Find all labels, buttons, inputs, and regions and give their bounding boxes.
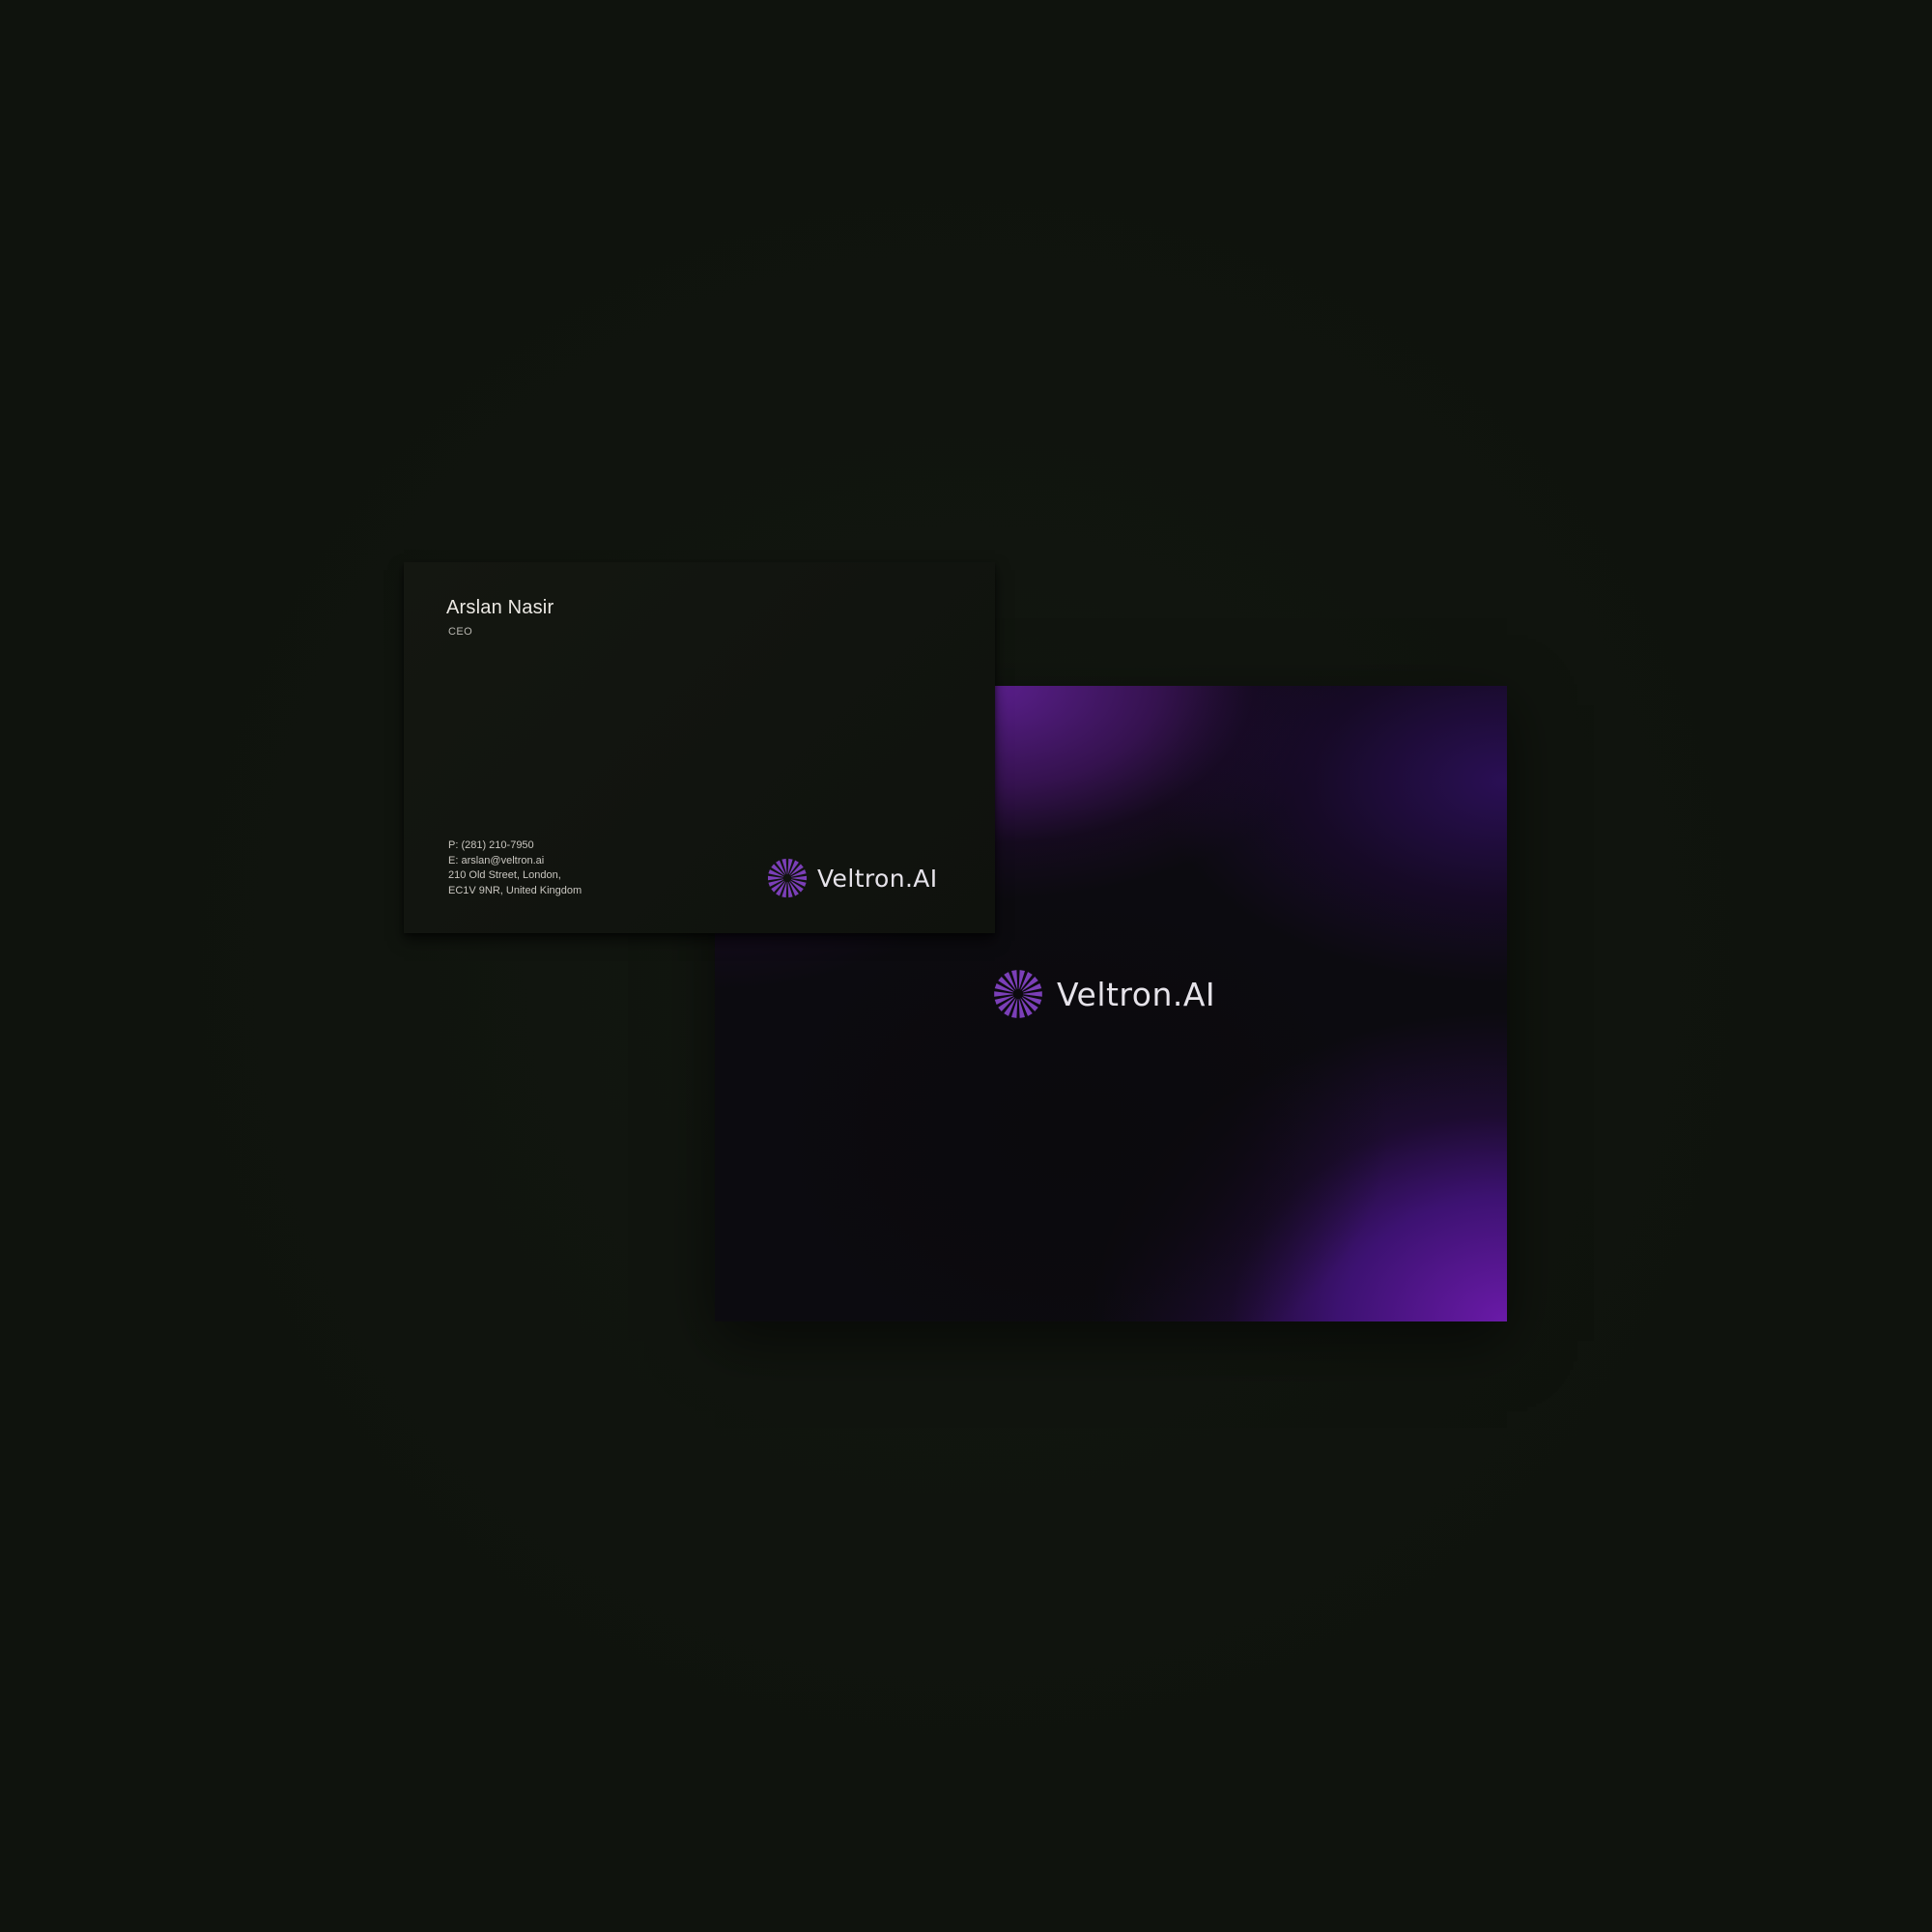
sunburst-ray (781, 882, 787, 898)
sunburst-ray (1018, 970, 1026, 989)
brand-wordmark: Veltron.AI (817, 864, 938, 893)
sunburst-ray (994, 991, 1013, 997)
radial-sunburst-icon (767, 858, 808, 898)
person-role: CEO (448, 626, 473, 638)
brand-logo-small: Veltron.AI (767, 858, 938, 898)
contact-address-line-1: 210 Old Street, London, (448, 869, 561, 881)
contact-phone: P: (281) 210-7950 (448, 839, 534, 851)
sunburst-ray (1010, 970, 1018, 989)
background-surface: Veltron.AI Arslan Nasir CEO P: (281) 210… (0, 0, 1932, 1932)
business-card-front: Arslan Nasir CEO P: (281) 210-7950 E: ar… (404, 562, 995, 933)
person-name: Arslan Nasir (446, 597, 554, 618)
contact-email: E: arslan@veltron.ai (448, 854, 545, 867)
sunburst-ray (1018, 999, 1026, 1018)
sunburst-ray (767, 875, 783, 881)
sunburst-ray (1010, 999, 1018, 1018)
brand-logo-large: Veltron.AI (993, 969, 1215, 1019)
sunburst-ray (791, 875, 808, 881)
contact-address-line-2: EC1V 9NR, United Kingdom (448, 884, 582, 896)
sunburst-ray (787, 882, 793, 898)
radial-sunburst-icon (994, 970, 1042, 1018)
contact-details: P: (281) 210-7950 E: arslan@veltron.ai 2… (448, 838, 582, 898)
sunburst-ray (1023, 991, 1042, 997)
sunburst-ray (781, 858, 787, 874)
brand-wordmark: Veltron.AI (1057, 975, 1216, 1013)
sunburst-ray (787, 858, 793, 874)
